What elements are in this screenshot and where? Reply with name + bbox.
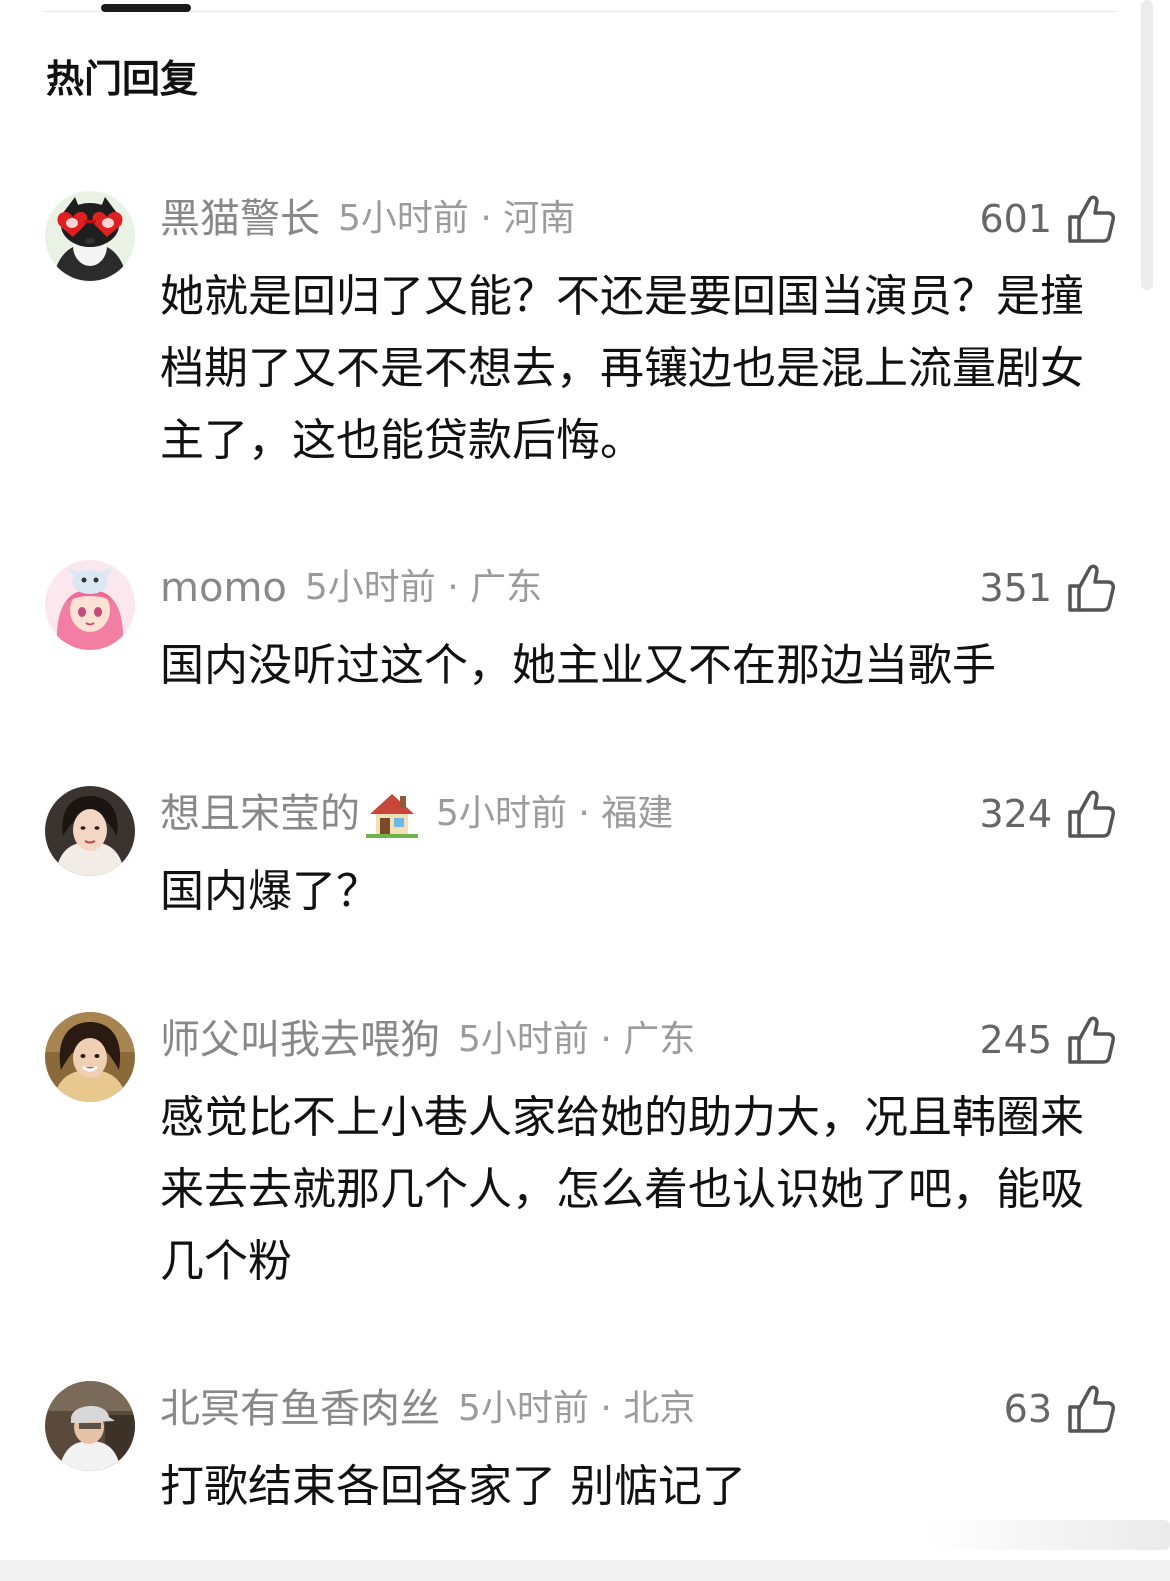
comment-text: 感觉比不上小巷人家给她的助力大，况且韩圈来来去去就那几个人，怎么着也认识她了吧，… [160,1092,1084,1287]
avatar[interactable] [45,191,135,281]
time-location: 5小时前 · 河南 [338,198,576,239]
section-title: 热门回复 [46,57,199,101]
comment-text: 打歌结束各回各家了 别惦记了 [160,1461,746,1512]
bottom-edge [0,1560,1170,1581]
scrollbar[interactable] [1141,0,1153,290]
like-count: 245 [979,1018,1052,1062]
thumbs-up-icon[interactable] [1066,562,1116,614]
username[interactable]: 北冥有鱼香肉丝 [160,1381,440,1437]
username[interactable]: 黑猫警长 [160,191,320,247]
thumbs-up-icon[interactable] [1066,788,1116,840]
like-button[interactable]: 324 [979,786,1116,842]
time-location: 5小时前 · 广东 [304,567,543,608]
like-count: 601 [979,197,1052,241]
avatar-image [45,1381,135,1471]
avatar-image [45,191,135,281]
comment-meta: 想且宋莹的 5小时前 · 福建 [160,786,673,842]
time-location: 5小时前 · 福建 [436,793,674,834]
time-location: 5小时前 · 北京 [458,1388,696,1429]
like-button[interactable]: 601 [979,191,1116,247]
tab-divider [44,11,1116,12]
avatar[interactable] [45,1012,135,1102]
like-button[interactable]: 351 [979,560,1116,616]
comment-text: 国内爆了？ [160,866,380,917]
like-button[interactable]: 63 [1004,1381,1116,1437]
time-location: 5小时前 · 广东 [458,1019,696,1060]
house-icon [366,788,418,840]
avatar[interactable] [45,560,135,650]
avatar-image [45,786,135,876]
thumbs-up-icon[interactable] [1066,1383,1116,1435]
username[interactable]: momo [160,560,287,616]
comment-meta: 北冥有鱼香肉丝 5小时前 · 北京 [160,1381,695,1437]
like-count: 63 [1003,1387,1052,1431]
thumbs-up-icon[interactable] [1066,1014,1116,1066]
comment-meta: 师父叫我去喂狗 5小时前 · 广东 [160,1012,695,1068]
thumbs-up-icon[interactable] [1066,193,1116,245]
username[interactable]: 师父叫我去喂狗 [160,1012,440,1068]
tab-indicator[interactable] [101,4,191,12]
like-button[interactable]: 245 [979,1012,1116,1068]
avatar[interactable] [45,1381,135,1471]
watermark-blur [925,1520,1170,1550]
username[interactable]: 想且宋莹的 [160,786,360,842]
avatar-image [45,560,135,650]
like-count: 351 [979,566,1052,610]
comment-meta: 黑猫警长 5小时前 · 河南 [160,191,575,247]
comment-page: 热门回复 黑猫警长 5小时前 · 河南 601 她就是回归了又能？不还是要回国当… [0,0,1170,1581]
avatar[interactable] [45,786,135,876]
avatar-image [45,1012,135,1102]
comment-meta: momo 5小时前 · 广东 [160,560,542,616]
like-count: 324 [979,792,1052,836]
comment-text: 她就是回归了又能？不还是要回国当演员？是撞档期了又不是不想去，再镶边也是混上流量… [160,271,1084,466]
comment-text: 国内没听过这个，她主业又不在那边当歌手 [160,640,996,691]
